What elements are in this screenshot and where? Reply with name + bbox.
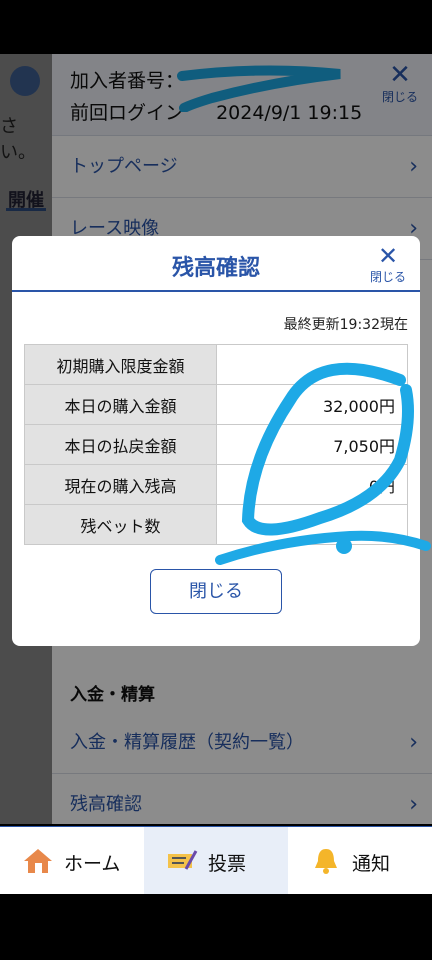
nav-notify[interactable]: 通知 — [288, 827, 432, 895]
bell-icon — [315, 849, 337, 874]
nav-notify-label: 通知 — [352, 853, 391, 875]
system-nav-bar — [0, 894, 432, 960]
nav-vote[interactable]: 投票 — [144, 827, 288, 895]
modal-close-button[interactable]: ✕ 閉じる — [366, 244, 410, 285]
row-label: 本日の払戻金額 — [24, 424, 217, 465]
modal-header: 残高確認 ✕ 閉じる — [12, 236, 420, 292]
redaction-scribble-large — [215, 362, 431, 565]
home-icon — [24, 849, 52, 873]
status-bar — [0, 0, 432, 54]
last-updated-text: 最終更新19:32現在 — [283, 317, 408, 333]
modal-title: 残高確認 — [171, 256, 260, 281]
ticket-icon — [168, 850, 198, 870]
close-icon: ✕ — [377, 242, 399, 270]
row-label: 残ベット数 — [24, 504, 217, 545]
row-label: 初期購入限度金額 — [24, 344, 217, 385]
nav-home[interactable]: ホーム — [0, 827, 144, 895]
screen: さい。 開催 加入者番号： 前回ログイン 2024/9/1 19:15 ✕ 閉じ… — [0, 0, 432, 960]
row-label: 本日の購入金額 — [24, 384, 217, 425]
nav-home-label: ホーム — [64, 853, 121, 875]
bottom-navigation: ホーム 投票 通知 — [0, 826, 432, 895]
nav-vote-label: 投票 — [208, 853, 247, 875]
modal-close-label: 閉じる — [369, 270, 406, 284]
row-label: 現在の購入残高 — [24, 464, 217, 505]
